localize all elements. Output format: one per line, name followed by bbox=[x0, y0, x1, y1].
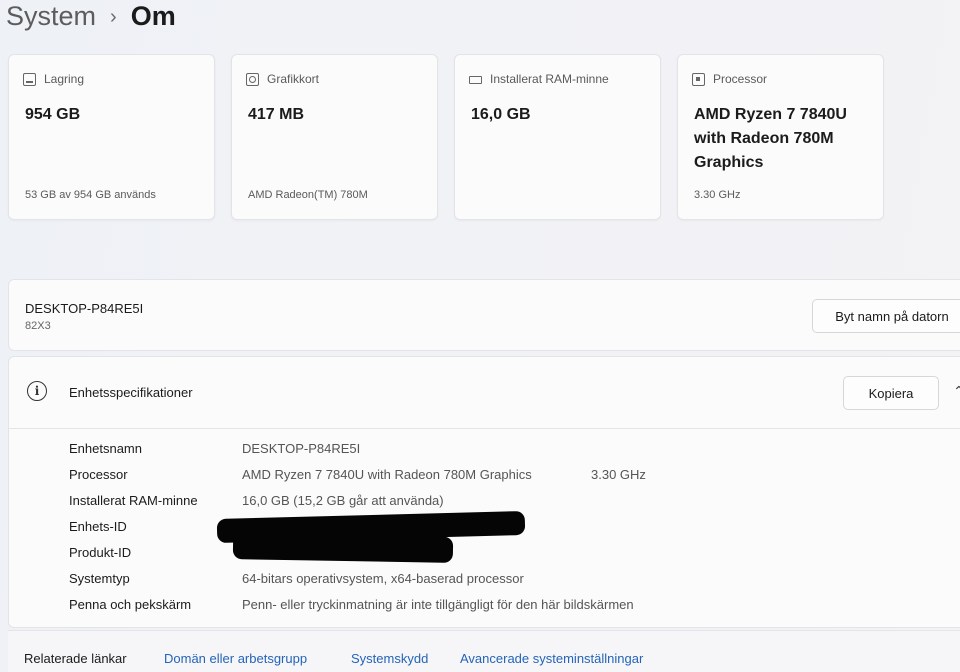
rename-pc-button[interactable]: Byt namn på datorn bbox=[812, 299, 960, 333]
spec-label: Enhetsnamn bbox=[69, 441, 142, 456]
device-model: 82X3 bbox=[25, 320, 51, 332]
spec-value: 64-bitars operativsystem, x64-baserad pr… bbox=[242, 571, 524, 586]
spec-label: Systemtyp bbox=[69, 571, 130, 586]
card-subtext: AMD Radeon(TM) 780M bbox=[248, 189, 368, 201]
related-links-bar: Relaterade länkar Domän eller arbetsgrup… bbox=[8, 630, 960, 672]
card-subtext: 53 GB av 954 GB används bbox=[25, 189, 156, 201]
ram-icon bbox=[469, 76, 482, 84]
link-advanced-system-settings[interactable]: Avancerade systeminställningar bbox=[460, 651, 643, 666]
chevron-up-icon[interactable]: ⌃ bbox=[953, 383, 960, 400]
gpu-card: Grafikkort 417 MB AMD Radeon(TM) 780M bbox=[231, 54, 438, 220]
spec-label: Enhets-ID bbox=[69, 519, 127, 534]
device-name: DESKTOP-P84RE5I bbox=[25, 301, 144, 316]
card-value: 954 GB bbox=[25, 106, 81, 123]
gpu-icon bbox=[246, 72, 259, 86]
processor-icon bbox=[692, 72, 705, 86]
processor-card: Processor AMD Ryzen 7 7840U with Radeon … bbox=[677, 54, 884, 220]
spec-value: 16,0 GB (15,2 GB går att använda) bbox=[242, 493, 444, 508]
redaction-mark bbox=[232, 533, 454, 563]
section-title: Enhetsspecifikationer bbox=[69, 385, 193, 400]
device-name-section: DESKTOP-P84RE5I 82X3 Byt namn på datorn bbox=[8, 279, 960, 351]
card-label: Processor bbox=[713, 72, 768, 86]
ram-card: Installerat RAM-minne 16,0 GB bbox=[454, 54, 661, 220]
card-value: 417 MB bbox=[248, 106, 305, 123]
link-domain-workgroup[interactable]: Domän eller arbetsgrupp bbox=[164, 651, 307, 666]
spec-value: DESKTOP-P84RE5I bbox=[242, 441, 361, 456]
card-value: AMD Ryzen 7 7840U with Radeon 780M Graph… bbox=[694, 106, 847, 171]
card-label: Installerat RAM-minne bbox=[490, 72, 609, 86]
divider bbox=[9, 428, 960, 429]
breadcrumb: System › Om bbox=[6, 0, 176, 36]
chevron-right-icon: › bbox=[110, 5, 117, 28]
page-title: Om bbox=[130, 0, 176, 31]
breadcrumb-system[interactable]: System bbox=[6, 1, 96, 32]
spec-label: Processor bbox=[69, 467, 128, 482]
card-subtext: 3.30 GHz bbox=[694, 189, 741, 201]
storage-icon bbox=[23, 72, 36, 86]
spec-extra-value: 3.30 GHz bbox=[591, 467, 646, 482]
card-label: Grafikkort bbox=[267, 72, 320, 86]
device-specifications-panel: i Enhetsspecifikationer Kopiera ⌃ Enhets… bbox=[8, 356, 960, 628]
link-system-protection[interactable]: Systemskydd bbox=[351, 651, 428, 666]
storage-card: Lagring 954 GB 53 GB av 954 GB används bbox=[8, 54, 215, 220]
spec-label: Installerat RAM-minne bbox=[69, 493, 198, 508]
card-value: 16,0 GB bbox=[471, 106, 531, 123]
spec-value: Penn- eller tryckinmatning är inte tillg… bbox=[242, 597, 634, 612]
spec-label: Penna och pekskärm bbox=[69, 597, 192, 612]
copy-button[interactable]: Kopiera bbox=[843, 376, 939, 410]
spec-value: AMD Ryzen 7 7840U with Radeon 780M Graph… bbox=[242, 467, 532, 482]
spec-label: Produkt-ID bbox=[69, 545, 132, 560]
related-links-label: Relaterade länkar bbox=[24, 651, 127, 666]
card-label: Lagring bbox=[44, 72, 85, 86]
info-icon: i bbox=[27, 381, 47, 401]
